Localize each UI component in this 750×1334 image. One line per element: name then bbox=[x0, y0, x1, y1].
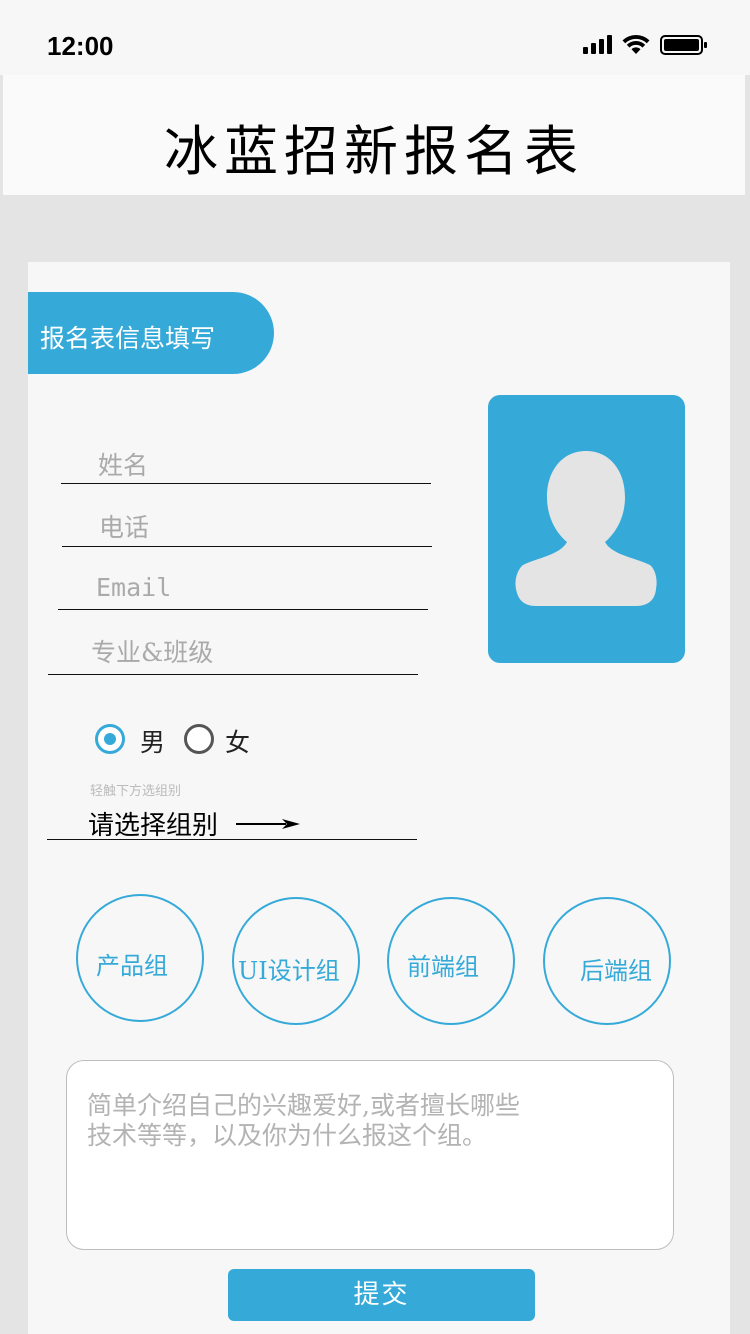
title-bar: 冰蓝招新报名表 bbox=[3, 75, 745, 195]
avatar-silhouette-icon bbox=[515, 451, 657, 606]
email-placeholder: Email bbox=[96, 573, 172, 602]
phone-underline bbox=[62, 546, 432, 547]
male-label: 男 bbox=[140, 728, 166, 757]
self-intro-placeholder-line2: 技术等等，以及你为什么报这个组。 bbox=[87, 1121, 488, 1150]
name-placeholder: 姓名 bbox=[98, 451, 149, 480]
group-option-label: 后端组 bbox=[580, 957, 652, 985]
group-option-ui-design[interactable]: UI设计组 bbox=[232, 897, 360, 1025]
group-select-underline bbox=[47, 839, 417, 840]
major-class-underline bbox=[48, 674, 418, 675]
section-tab-label: 报名表信息填写 bbox=[40, 324, 216, 353]
group-hint: 轻触下方选组别 bbox=[90, 784, 182, 799]
status-bar: 12:00 bbox=[0, 0, 750, 75]
submit-button[interactable]: 提交 bbox=[228, 1269, 535, 1321]
registration-form: 报名表信息填写 姓名 电话 Email 专业&班级 男 女 轻触下方选组别 请选… bbox=[28, 262, 730, 1334]
name-underline bbox=[61, 483, 431, 484]
status-icons bbox=[583, 34, 708, 55]
self-intro-textarea[interactable]: 简单介绍自己的兴趣爱好,或者擅长哪些 技术等等，以及你为什么报这个组。 bbox=[66, 1060, 674, 1250]
submit-label: 提交 bbox=[353, 1280, 410, 1310]
battery-icon bbox=[660, 34, 708, 55]
female-label: 女 bbox=[225, 728, 251, 757]
status-time: 12:00 bbox=[47, 31, 114, 61]
group-option-label: 前端组 bbox=[407, 953, 479, 981]
email-underline bbox=[58, 609, 428, 610]
major-class-placeholder: 专业&班级 bbox=[91, 638, 214, 667]
group-option-product[interactable]: 产品组 bbox=[76, 894, 204, 1022]
wifi-icon bbox=[622, 34, 650, 55]
arrow-right-icon bbox=[236, 819, 300, 829]
self-intro-placeholder: 简单介绍自己的兴趣爱好,或者擅长哪些 技术等等，以及你为什么报这个组。 bbox=[87, 1091, 647, 1151]
group-option-label: 产品组 bbox=[96, 952, 168, 980]
group-option-label: UI设计组 bbox=[238, 957, 340, 985]
group-option-backend[interactable]: 后端组 bbox=[543, 897, 671, 1025]
page-title: 冰蓝招新报名表 bbox=[164, 120, 584, 183]
group-option-frontend[interactable]: 前端组 bbox=[387, 897, 515, 1025]
group-select-label: 请选择组别 bbox=[88, 811, 219, 841]
signal-icon bbox=[583, 35, 612, 54]
self-intro-placeholder-line1: 简单介绍自己的兴趣爱好,或者擅长哪些 bbox=[87, 1091, 520, 1120]
avatar-upload[interactable] bbox=[488, 395, 685, 663]
female-radio[interactable] bbox=[184, 724, 214, 754]
phone-placeholder: 电话 bbox=[99, 513, 150, 542]
male-radio[interactable] bbox=[95, 724, 125, 754]
section-tab: 报名表信息填写 bbox=[28, 292, 274, 374]
